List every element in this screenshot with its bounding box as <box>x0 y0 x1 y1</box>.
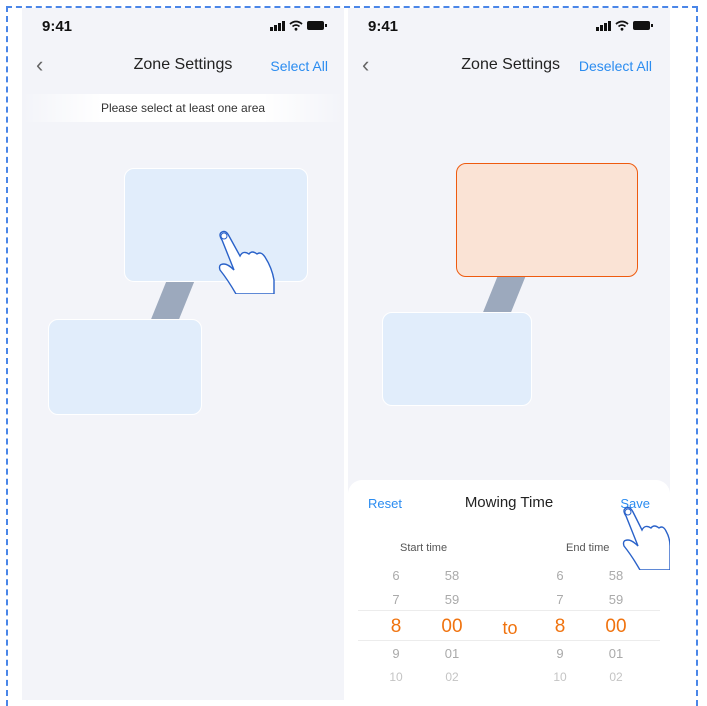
wifi-icon <box>289 20 303 31</box>
zone-area-2[interactable] <box>382 312 532 406</box>
deselect-all-button[interactable]: Deselect All <box>579 58 652 74</box>
end-minute-option[interactable]: 02 <box>596 670 636 684</box>
back-chevron-icon[interactable]: ‹ <box>362 54 369 76</box>
battery-icon <box>633 21 653 30</box>
page-title: Zone Settings <box>461 56 560 73</box>
status-time: 9:41 <box>42 18 73 35</box>
select-all-button[interactable]: Select All <box>270 58 328 74</box>
zone-connector <box>149 282 195 322</box>
start-minute-option[interactable]: 02 <box>432 670 472 684</box>
end-minute-option[interactable]: 58 <box>596 568 636 583</box>
end-hour-selected[interactable]: 8 <box>540 616 580 638</box>
selection-hint: Please select at least one area <box>22 94 344 122</box>
status-icons <box>270 20 327 31</box>
wifi-icon <box>615 20 629 31</box>
signal-icon <box>596 20 611 31</box>
picker-divider-bottom <box>358 640 660 641</box>
signal-icon <box>270 20 285 31</box>
picker-divider-top <box>358 610 660 611</box>
end-hour-option[interactable]: 7 <box>540 592 580 607</box>
end-time-label: End time <box>566 542 610 554</box>
start-hour-option[interactable]: 10 <box>376 670 416 684</box>
zone-settings-screen-right: 9:41 ‹ Zone Settings Deselect All Reset … <box>348 8 670 700</box>
zone-area-1-selected[interactable] <box>456 163 638 277</box>
start-minute-option[interactable]: 01 <box>432 646 472 661</box>
start-minute-option[interactable]: 58 <box>432 568 472 583</box>
zone-area-2[interactable] <box>48 319 202 415</box>
end-hour-option[interactable]: 10 <box>540 670 580 684</box>
zone-connector <box>482 276 526 314</box>
start-hour-selected[interactable]: 8 <box>376 616 416 638</box>
status-bar: 9:41 <box>348 8 670 44</box>
status-bar: 9:41 <box>22 8 344 44</box>
nav-bar: ‹ Zone Settings Deselect All <box>348 52 670 80</box>
start-hour-option[interactable]: 7 <box>376 592 416 607</box>
start-minute-option[interactable]: 59 <box>432 592 472 607</box>
start-hour-option[interactable]: 9 <box>376 646 416 661</box>
nav-bar: ‹ Zone Settings Select All <box>22 52 344 80</box>
to-separator: to <box>502 618 518 638</box>
end-minute-option[interactable]: 01 <box>596 646 636 661</box>
zone-settings-screen-left: 9:41 ‹ Zone Settings Select All Please s… <box>22 8 344 700</box>
start-minute-selected[interactable]: 00 <box>432 616 472 638</box>
status-icons <box>596 20 653 31</box>
start-time-label: Start time <box>400 542 448 554</box>
end-minute-selected[interactable]: 00 <box>596 616 636 638</box>
start-hour-option[interactable]: 6 <box>376 568 416 583</box>
end-hour-option[interactable]: 9 <box>540 646 580 661</box>
end-hour-option[interactable]: 6 <box>540 568 580 583</box>
status-time: 9:41 <box>368 18 399 35</box>
tap-hand-icon <box>622 506 670 570</box>
tap-hand-icon <box>218 230 275 294</box>
battery-icon <box>307 21 327 30</box>
end-minute-option[interactable]: 59 <box>596 592 636 607</box>
